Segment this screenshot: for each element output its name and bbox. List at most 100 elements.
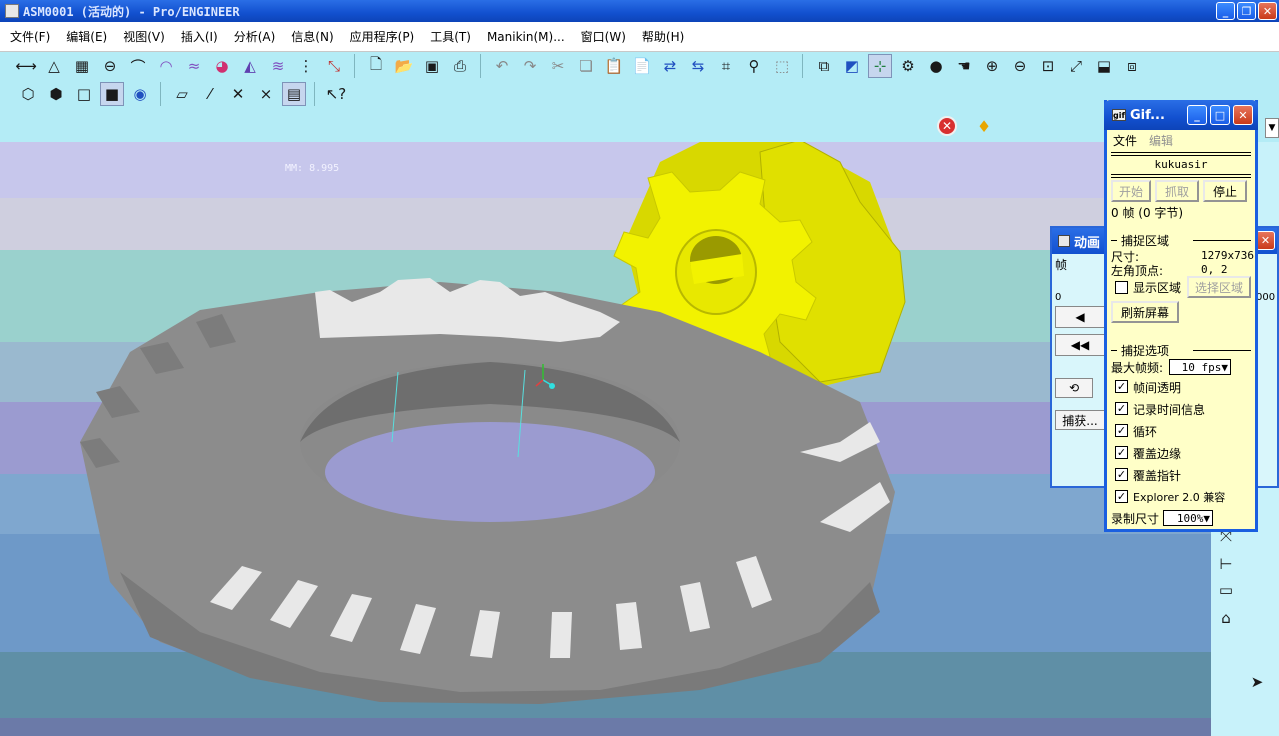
cut-icon[interactable]: ✂ [546,54,570,78]
loop-button[interactable]: ⟲ [1055,378,1093,398]
redo-icon[interactable]: ↷ [518,54,542,78]
coord-sys-icon[interactable]: ⌒ [126,54,150,78]
offset-icon[interactable]: ≈ [182,54,206,78]
point-symbols-toggle-icon[interactable]: ✕ [226,82,250,106]
annotations-toggle-icon[interactable]: ▤ [282,82,306,106]
zoom-in-icon[interactable]: ⊕ [980,54,1004,78]
light-bulb-icon[interactable]: ♦ [972,114,996,138]
gif-menu-file[interactable]: 文件 [1113,132,1137,149]
assemble-icon[interactable]: ⌂ [1214,606,1238,630]
datum-plane-icon[interactable]: △ [42,54,66,78]
shade-icon[interactable]: ≋ [266,54,290,78]
datum-planes-toggle-icon[interactable]: ▱ [170,82,194,106]
no-hidden-icon[interactable]: □ [72,82,96,106]
menu-view[interactable]: 视图(V) [115,28,173,45]
component-display-icon[interactable]: ◩ [840,54,864,78]
close-button[interactable]: ✕ [1258,2,1277,20]
dimension-icon[interactable]: ⟷ [14,54,38,78]
slider-start-label: 0 [1055,292,1062,303]
minimize-button[interactable]: _ [1216,2,1235,20]
start-button[interactable]: 开始 [1111,180,1151,202]
regen-manager-icon[interactable]: ⇆ [686,54,710,78]
wireframe-icon[interactable]: ⬡ [16,82,40,106]
graphics-window[interactable]: MM: 8.995 [0,142,1211,736]
stop-regeneration-button[interactable]: ✕ [933,114,961,138]
stop-button[interactable]: 停止 [1203,180,1247,202]
chevron-down-icon: ▼ [1221,360,1228,374]
step-back-button[interactable]: ◀ [1055,306,1105,328]
surface-analysis-icon[interactable]: ◕ [210,54,234,78]
option-checkbox[interactable]: ✓ [1115,490,1128,503]
pan-icon[interactable]: ☚ [952,54,976,78]
menu-analysis[interactable]: 分析(A) [226,28,284,45]
datum-axes-toggle-icon[interactable]: ⁄ [198,82,222,106]
option-checkbox[interactable]: ✓ [1115,380,1128,393]
menu-file[interactable]: 文件(F) [2,28,58,45]
view-manager-icon[interactable]: ⬓ [1092,54,1116,78]
refit-icon[interactable]: ⊡ [1036,54,1060,78]
grab-button[interactable]: 抓取 [1155,180,1199,202]
select-box-icon[interactable]: ⚲ [742,54,766,78]
menu-tools[interactable]: 工具(T) [422,28,479,45]
datum-axis-icon[interactable]: ▦ [70,54,94,78]
menu-applications[interactable]: 应用程序(P) [342,28,423,45]
option-label: 覆盖指针 [1133,469,1182,483]
flip-icon[interactable]: ⊢ [1214,552,1238,576]
gif-minimize-button[interactable]: _ [1187,105,1207,125]
shading-icon[interactable]: ■ [100,82,124,106]
hidden-line-icon[interactable]: ⬢ [44,82,68,106]
graph-icon[interactable]: ⋮ [294,54,318,78]
copy-icon[interactable]: ❏ [574,54,598,78]
app-icon [5,4,19,18]
regenerate-icon[interactable]: ⇄ [658,54,682,78]
zoom-out-icon[interactable]: ⊖ [1008,54,1032,78]
enhanced-realism-icon[interactable]: ◉ [128,82,152,106]
capture-button[interactable]: 捕获... [1055,410,1105,430]
option-checkbox[interactable]: ✓ [1115,468,1128,481]
open-file-icon[interactable]: 📂 [392,54,416,78]
layer-tree-icon[interactable]: ⧈ [1120,54,1144,78]
menu-help[interactable]: 帮助(H) [634,28,692,45]
saved-views-icon[interactable]: ● [924,54,948,78]
restore-button[interactable]: ❐ [1237,2,1256,20]
max-fps-select[interactable]: 10 fps ▼ [1169,359,1231,375]
paste-icon[interactable]: 📋 [602,54,626,78]
save-icon[interactable]: ▣ [420,54,444,78]
print-icon[interactable]: ⎙ [448,54,472,78]
layers-icon[interactable]: ⧉ [812,54,836,78]
option-checkbox[interactable]: ✓ [1115,424,1128,437]
menu-info[interactable]: 信息(N) [283,28,341,45]
gif-close-button[interactable]: ✕ [1233,105,1253,125]
animation-close-button[interactable]: ✕ [1256,231,1275,250]
record-size-select[interactable]: 100% ▼ [1163,510,1213,526]
draft-icon[interactable]: ◭ [238,54,262,78]
menu-insert[interactable]: 插入(I) [173,28,226,45]
menu-edit[interactable]: 编辑(E) [58,28,115,45]
new-file-icon[interactable]: 🗋 [364,54,388,78]
datum-point-icon[interactable]: ⊖ [98,54,122,78]
menu-manikin[interactable]: Manikin(M)... [479,30,573,44]
paste-special-icon[interactable]: 📄 [630,54,654,78]
context-help-icon[interactable]: ↖? [324,82,348,106]
gif-window-title: Gif... [1130,107,1165,123]
refresh-screen-button[interactable]: 刷新屏幕 [1111,301,1179,323]
gif-maximize-button[interactable]: □ [1210,105,1230,125]
option-checkbox[interactable]: ✓ [1115,446,1128,459]
option-checkbox[interactable]: ✓ [1115,402,1128,415]
csys-toggle-icon[interactable]: ⨯ [254,82,278,106]
orient-icon[interactable]: ⚙ [896,54,920,78]
rewind-button[interactable]: ◀◀ [1055,334,1105,356]
trim-icon[interactable]: ▭ [1214,578,1238,602]
menu-window[interactable]: 窗口(W) [573,28,634,45]
curvature-icon[interactable]: ◠ [154,54,178,78]
spin-center-icon[interactable]: ⊹ [868,54,892,78]
select-area-button[interactable]: 选择区域 [1187,276,1251,298]
toolbar-dropdown-icon[interactable]: ▼ [1265,118,1279,138]
reorient-icon[interactable]: ⤢ [1064,54,1088,78]
show-area-checkbox[interactable] [1115,281,1128,294]
find-icon[interactable]: ⌗ [714,54,738,78]
model-tree-icon[interactable]: ⬚ [770,54,794,78]
gif-menu-edit[interactable]: 编辑 [1149,132,1173,149]
deviation-icon[interactable]: ⤡ [322,54,346,78]
undo-icon[interactable]: ↶ [490,54,514,78]
